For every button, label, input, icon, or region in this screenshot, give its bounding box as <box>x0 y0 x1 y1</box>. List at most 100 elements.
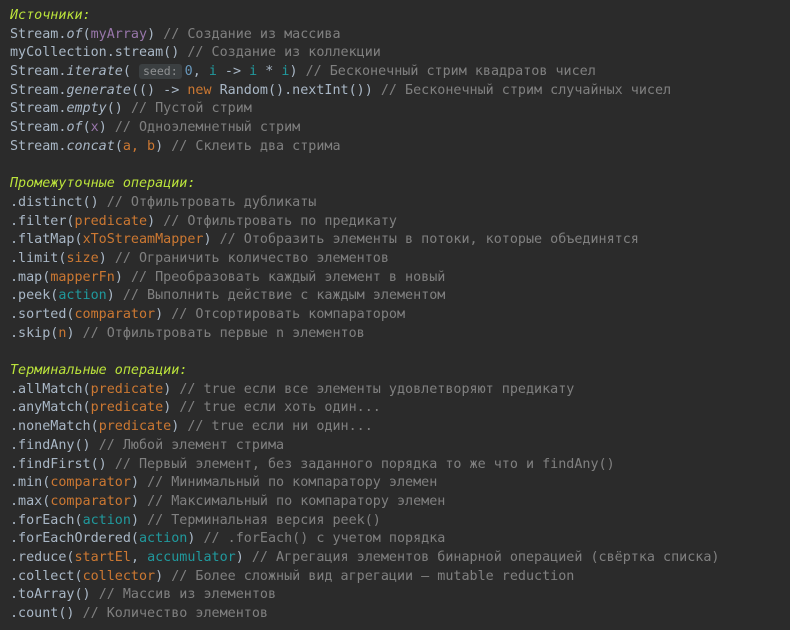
code-text: .distinct() <box>10 194 107 210</box>
code-line: Stream.iterate( seed: 0, i -> i * i) // Б… <box>10 63 790 82</box>
code-comment: // Склеить два стрима <box>171 138 341 154</box>
code-line: .forEach(action) // Терминальная версия … <box>10 512 790 531</box>
argument: myArray <box>90 26 148 42</box>
code-comment: // Более сложный вид агрегации — mutable… <box>171 568 575 584</box>
method-name: empty <box>66 101 107 117</box>
code-comment: // Пустой стрим <box>130 101 252 117</box>
code-line: .allMatch(predicate) // true если все эл… <box>10 381 790 400</box>
code-text: ( <box>122 64 139 80</box>
code-comment: // Отфильтровать дубликаты <box>106 194 317 210</box>
code-text: Stream. <box>10 82 67 98</box>
code-text: * <box>257 64 282 80</box>
code-text: ) <box>187 531 204 547</box>
code-text: ) <box>203 232 220 248</box>
section-heading-terminal: Терминальные операции: <box>10 363 188 379</box>
code-text: (() -> <box>130 82 188 98</box>
code-comment: // true если хоть один... <box>179 400 381 416</box>
code-text: ) <box>114 269 131 285</box>
code-text: ) <box>130 512 148 528</box>
argument: predicate <box>90 381 164 397</box>
code-line: .anyMatch(predicate) // true если хоть о… <box>10 399 790 418</box>
lambda-param: i <box>249 64 258 80</box>
code-text: .count() <box>10 606 83 621</box>
code-line: .filter(predicate) // Отфильтровать по п… <box>10 213 790 232</box>
code-text: ) <box>155 138 172 154</box>
code-comment: // Создание из коллекции <box>187 45 381 61</box>
code-text: ( <box>114 138 123 154</box>
code-comment: // Терминальная версия peek() <box>147 512 381 528</box>
code-text: ) <box>147 213 164 229</box>
code-comment: // Первый элемент, без заданного порядка… <box>114 456 615 472</box>
code-text: ) <box>235 549 252 565</box>
argument: collector <box>82 568 156 584</box>
code-text: ) <box>106 288 123 304</box>
code-text: ) <box>289 64 306 80</box>
code-text: .map( <box>10 269 51 285</box>
argument: predicate <box>90 400 164 416</box>
code-line: .collect(collector) // Более сложный вид… <box>10 568 790 587</box>
code-comment: // Количество элементов <box>82 606 268 621</box>
code-comment: // true если ни один... <box>187 419 373 435</box>
code-comment: // Любой элемент стрима <box>98 437 285 453</box>
code-comment: // Максимальный по компаратору элемен <box>147 493 446 509</box>
code-comment: // Отсортировать компаратором <box>171 307 406 322</box>
code-text: .collect( <box>10 568 83 584</box>
code-text: .reduce( <box>10 549 75 565</box>
argument: size <box>66 250 99 266</box>
code-text: .allMatch( <box>10 381 91 397</box>
code-line: .limit(size) // Ограничить количество эл… <box>10 250 790 269</box>
code-text: .noneMatch( <box>10 419 99 435</box>
number-literal: 0 <box>184 64 193 80</box>
code-line: .distinct() // Отфильтровать дубликаты <box>10 194 790 213</box>
code-line: .peek(action) // Выполнить действие с ка… <box>10 287 790 306</box>
code-comment: // Массив из элементов <box>98 587 277 603</box>
code-line: myCollection.stream() // Создание из кол… <box>10 44 790 63</box>
code-text: ) <box>98 120 115 136</box>
code-text: Stream. <box>10 120 67 136</box>
code-line: .flatMap(xToStreamMapper) // Отобразить … <box>10 231 790 250</box>
argument: a, b <box>122 138 156 154</box>
code-comment: // true если все элементы удовлетворяют … <box>179 381 575 397</box>
code-text: .limit( <box>10 250 67 266</box>
code-text: , <box>130 549 148 565</box>
code-line: Stream.of(x) // Одноэлемнетный стрим <box>10 119 790 138</box>
code-line: .max(comparator) // Максимальный по комп… <box>10 493 790 512</box>
code-text: ) <box>130 475 148 491</box>
code-text: () <box>106 101 131 117</box>
code-comment: // Преобразовать каждый элемент в новый <box>130 269 446 285</box>
code-text: ) <box>130 493 148 509</box>
method-name: of <box>66 26 83 42</box>
code-text: .max( <box>10 493 51 509</box>
code-text: myCollection.stream() <box>10 45 188 61</box>
argument: comparator <box>50 493 131 509</box>
code-comment: // Отобразить элементы в потоки, которые… <box>219 232 639 248</box>
code-line: Stream.concat(a, b) // Склеить два стрим… <box>10 138 790 157</box>
code-line: .toArray() // Массив из элементов <box>10 586 790 605</box>
code-comment: // Отфильтровать первые n элементов <box>82 325 365 341</box>
code-text: .flatMap( <box>10 232 83 248</box>
argument: comparator <box>50 475 131 491</box>
argument: predicate <box>98 419 172 435</box>
code-line: .count() // Количество элементов <box>10 605 790 624</box>
method-name: of <box>66 120 83 136</box>
code-text: Stream. <box>10 64 67 80</box>
code-text: , <box>192 64 209 80</box>
code-line: .skip(n) // Отфильтровать первые n элеме… <box>10 325 790 344</box>
code-line: .min(comparator) // Минимальный по компа… <box>10 474 790 493</box>
code-comment: // Минимальный по компаратору элемен <box>147 475 438 491</box>
parameter-hint: seed: <box>139 64 182 80</box>
keyword: new <box>187 82 212 98</box>
code-text: ( <box>82 120 91 136</box>
argument: predicate <box>74 213 148 229</box>
code-text: ) <box>155 307 172 322</box>
argument: xToStreamMapper <box>82 232 204 248</box>
code-editor[interactable]: Источники: Stream.of(myArray) // Создани… <box>0 0 790 624</box>
code-line: .sorted(comparator) // Отсортировать ком… <box>10 306 790 325</box>
argument: startEl <box>74 549 131 565</box>
code-text: .skip( <box>10 325 59 341</box>
argument: action <box>139 531 188 547</box>
code-comment: // Бесконечный стрим квадратов чисел <box>305 64 596 80</box>
code-comment: // Отфильтровать по предикату <box>163 213 397 229</box>
code-line: .reduce(startEl, accumulator) // Агрегац… <box>10 549 790 568</box>
